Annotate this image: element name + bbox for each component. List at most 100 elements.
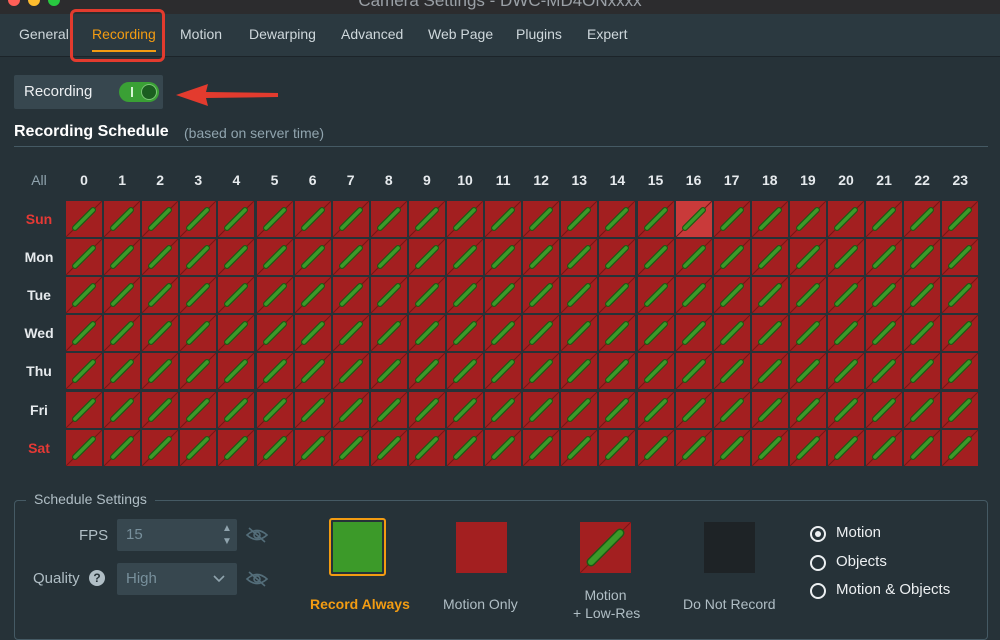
hour-header[interactable]: 16 [675, 162, 713, 198]
schedule-cell[interactable] [713, 239, 750, 276]
select-all-header[interactable]: All [14, 162, 64, 198]
schedule-cell[interactable] [866, 201, 903, 237]
day-header[interactable]: Wed [14, 314, 64, 352]
schedule-cell[interactable] [866, 429, 903, 466]
schedule-cell[interactable] [218, 239, 255, 276]
schedule-cell[interactable] [370, 353, 407, 390]
schedule-cell[interactable] [370, 201, 407, 237]
hour-header[interactable]: 21 [865, 162, 903, 198]
schedule-cell[interactable] [142, 239, 179, 276]
schedule-cell[interactable] [256, 429, 293, 466]
fps-input[interactable]: 15 ▲ ▼ [117, 519, 237, 551]
schedule-cell[interactable] [599, 277, 636, 314]
schedule-cell[interactable] [789, 429, 826, 466]
tab-general[interactable]: General [19, 14, 69, 56]
schedule-cell[interactable] [66, 429, 102, 466]
schedule-cell[interactable] [789, 239, 826, 276]
schedule-cell[interactable] [66, 391, 102, 428]
schedule-cell[interactable] [599, 391, 636, 428]
schedule-cell[interactable] [675, 239, 712, 276]
schedule-cell[interactable] [942, 277, 979, 314]
schedule-cell[interactable] [294, 201, 331, 237]
hour-header[interactable]: 12 [522, 162, 560, 198]
schedule-cell[interactable] [256, 277, 293, 314]
day-header[interactable]: Mon [14, 238, 64, 276]
recording-toggle-switch[interactable] [119, 82, 159, 102]
schedule-cell[interactable] [332, 277, 369, 314]
tab-advanced[interactable]: Advanced [341, 14, 403, 56]
schedule-cell[interactable] [523, 277, 560, 314]
schedule-cell[interactable] [599, 315, 636, 352]
schedule-cell[interactable] [828, 315, 864, 352]
eye-slash-icon[interactable] [245, 570, 269, 588]
schedule-cell[interactable] [218, 353, 255, 390]
schedule-cell[interactable] [942, 353, 979, 390]
schedule-cell[interactable] [180, 391, 217, 428]
schedule-cell[interactable] [561, 429, 598, 466]
hour-header[interactable]: 4 [217, 162, 255, 198]
schedule-cell[interactable] [637, 315, 674, 352]
quality-select[interactable]: High [117, 563, 237, 595]
tab-motion[interactable]: Motion [180, 14, 222, 56]
schedule-cell[interactable] [332, 429, 369, 466]
schedule-cell[interactable] [713, 429, 750, 466]
schedule-cell[interactable] [142, 429, 179, 466]
schedule-cell[interactable] [828, 239, 864, 276]
schedule-cell[interactable] [142, 201, 179, 237]
day-header[interactable]: Thu [14, 352, 64, 390]
schedule-cell[interactable] [66, 201, 102, 237]
schedule-cell[interactable] [218, 391, 255, 428]
schedule-cell[interactable] [751, 353, 788, 390]
schedule-cell[interactable] [942, 239, 979, 276]
schedule-cell[interactable] [904, 391, 941, 428]
schedule-cell[interactable] [828, 429, 864, 466]
hour-header[interactable]: 22 [903, 162, 941, 198]
chevron-down-icon[interactable]: ▼ [221, 536, 233, 548]
schedule-cell[interactable] [789, 315, 826, 352]
schedule-cell[interactable] [828, 201, 864, 237]
schedule-cell[interactable] [866, 391, 903, 428]
schedule-cell[interactable] [447, 201, 483, 237]
schedule-cell[interactable] [332, 391, 369, 428]
schedule-cell[interactable] [180, 315, 217, 352]
schedule-cell[interactable] [142, 315, 179, 352]
schedule-cell[interactable] [751, 201, 788, 237]
day-header[interactable]: Sun [14, 200, 64, 238]
hour-header[interactable]: 17 [713, 162, 751, 198]
schedule-cell[interactable] [523, 201, 560, 237]
hour-header[interactable]: 15 [637, 162, 675, 198]
schedule-cell[interactable] [828, 391, 864, 428]
schedule-cell[interactable] [408, 315, 445, 352]
schedule-cell[interactable] [561, 277, 598, 314]
tab-dewarping[interactable]: Dewarping [249, 14, 316, 56]
hour-header[interactable]: 9 [408, 162, 446, 198]
hour-header[interactable]: 3 [179, 162, 217, 198]
schedule-cell[interactable] [294, 429, 331, 466]
schedule-cell[interactable] [599, 429, 636, 466]
schedule-cell[interactable] [485, 277, 522, 314]
schedule-cell[interactable] [751, 239, 788, 276]
schedule-cell[interactable] [828, 277, 864, 314]
schedule-cell[interactable] [637, 201, 674, 237]
schedule-cell[interactable] [751, 277, 788, 314]
schedule-cell[interactable] [789, 353, 826, 390]
schedule-cell[interactable] [66, 277, 102, 314]
schedule-cell[interactable] [523, 239, 560, 276]
schedule-cell[interactable] [142, 353, 179, 390]
schedule-cell[interactable] [104, 277, 141, 314]
schedule-cell[interactable] [789, 391, 826, 428]
hour-header[interactable]: 5 [256, 162, 294, 198]
schedule-cell[interactable] [713, 201, 750, 237]
schedule-cell[interactable] [637, 277, 674, 314]
schedule-cell[interactable] [218, 315, 255, 352]
schedule-cell[interactable] [561, 201, 598, 237]
schedule-cell[interactable] [675, 277, 712, 314]
schedule-cell[interactable] [904, 277, 941, 314]
help-icon[interactable]: ? [89, 570, 105, 586]
tab-web-page[interactable]: Web Page [428, 14, 493, 56]
schedule-cell[interactable] [256, 239, 293, 276]
schedule-cell[interactable] [370, 277, 407, 314]
schedule-cell[interactable] [256, 201, 293, 237]
schedule-cell[interactable] [180, 353, 217, 390]
schedule-cell[interactable] [104, 201, 141, 237]
